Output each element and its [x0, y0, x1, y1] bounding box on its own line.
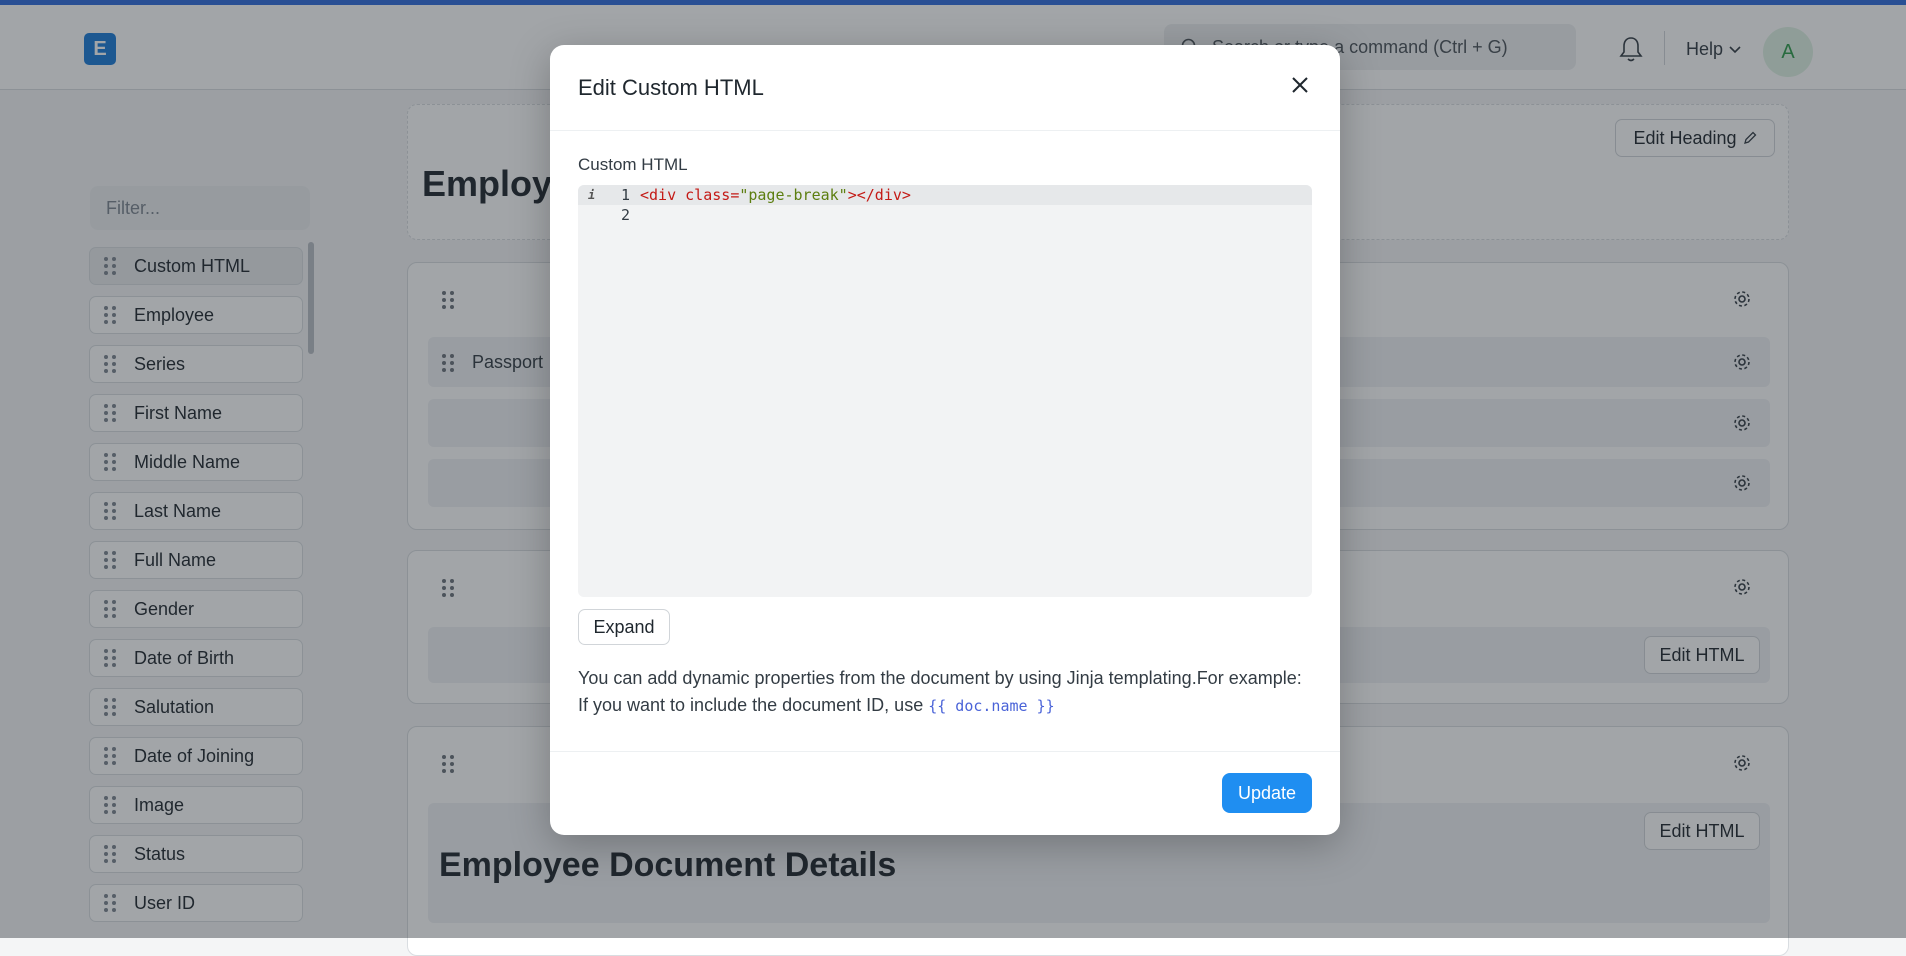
line-gutter: 2 — [578, 206, 640, 224]
custom-html-label: Custom HTML — [578, 155, 688, 174]
close-icon — [1292, 77, 1308, 93]
modal-title: Edit Custom HTML — [578, 75, 764, 100]
modal-footer-divider — [550, 751, 1340, 752]
code-eq: = — [730, 186, 740, 204]
code-close: ></div> — [847, 186, 911, 204]
code-open-tag: <div — [640, 186, 677, 204]
code-line[interactable]: 2 — [578, 205, 1312, 225]
help-code-example: {{ doc.name }} — [928, 697, 1055, 715]
line-gutter: i 1 — [578, 186, 640, 204]
code-attr: class — [676, 186, 731, 204]
code-editor[interactable]: i 1 <div class="page-break"></div> 2 — [578, 185, 1312, 597]
code-content: <div class="page-break"></div> — [640, 186, 911, 204]
code-line[interactable]: i 1 <div class="page-break"></div> — [578, 185, 1312, 205]
line-number: 2 — [620, 206, 630, 224]
modal-header-divider — [550, 130, 1340, 131]
info-icon[interactable]: i — [588, 188, 595, 202]
close-button[interactable] — [1286, 71, 1314, 99]
expand-label: Expand — [593, 616, 655, 637]
edit-custom-html-dialog: Edit Custom HTML Custom HTML i 1 <div cl… — [550, 45, 1340, 835]
help-text: You can add dynamic properties from the … — [578, 665, 1308, 720]
line-number: 1 — [620, 186, 630, 204]
expand-button[interactable]: Expand — [578, 609, 670, 645]
code-value: "page-break" — [739, 186, 848, 204]
update-button[interactable]: Update — [1222, 773, 1312, 813]
update-label: Update — [1237, 782, 1297, 803]
